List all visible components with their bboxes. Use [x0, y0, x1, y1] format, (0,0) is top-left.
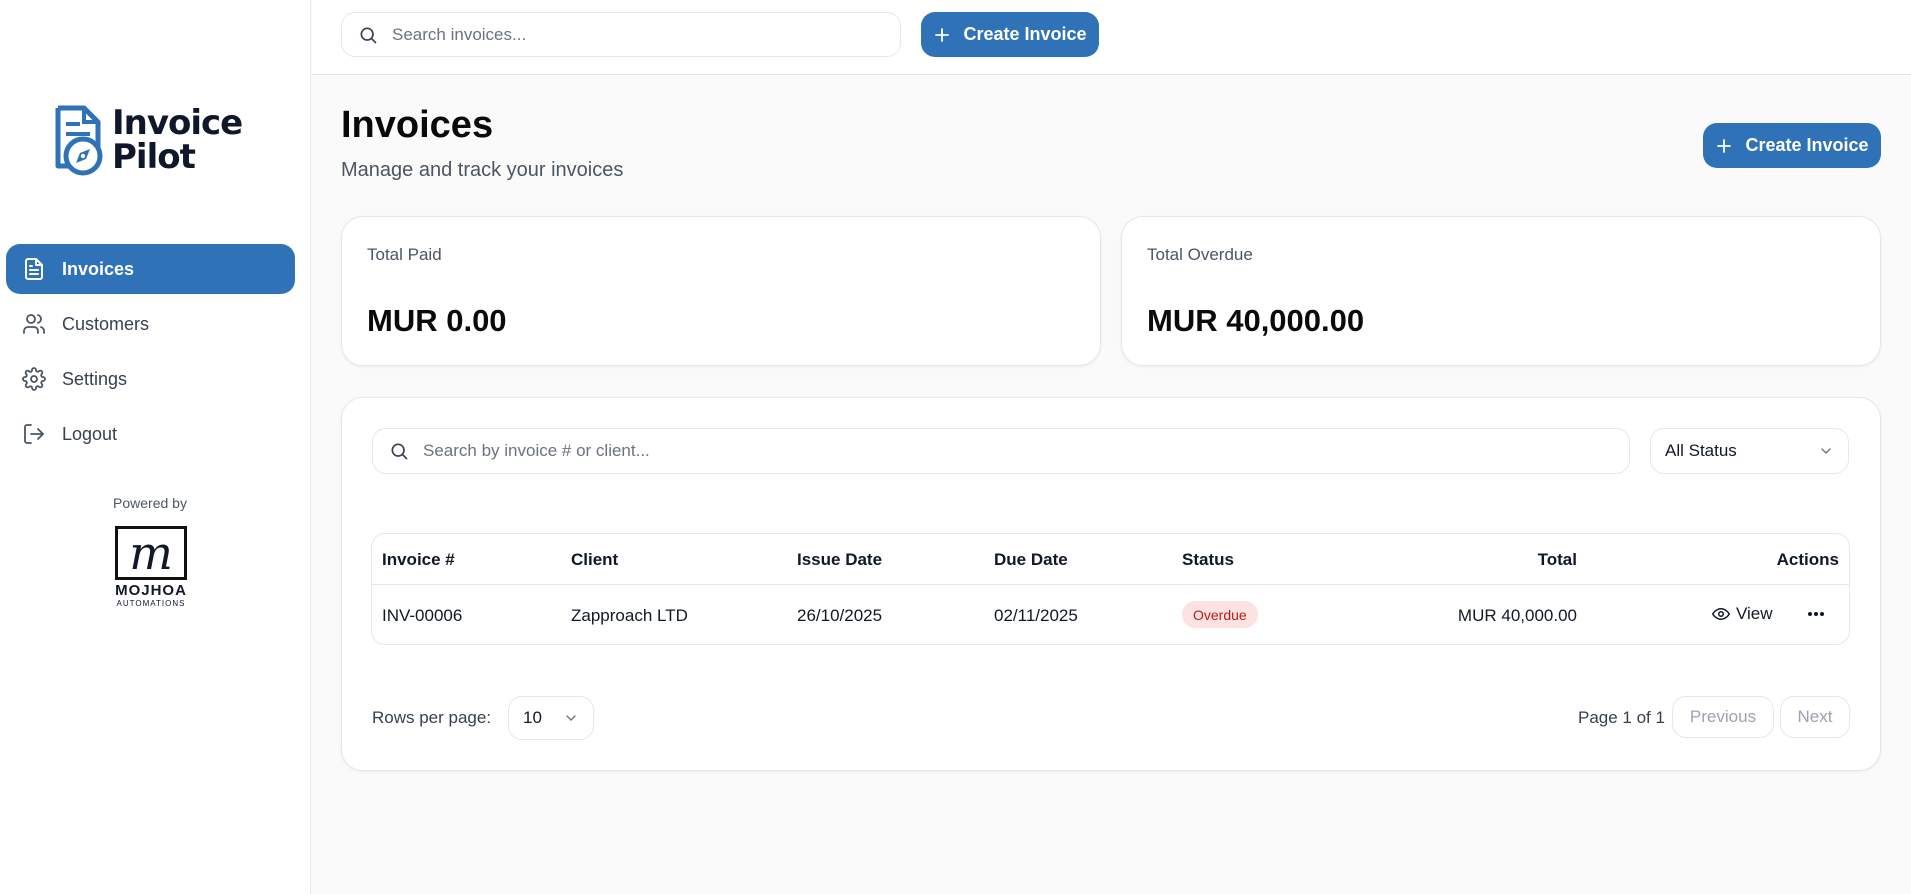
eye-icon — [1712, 608, 1730, 620]
previous-page-button[interactable]: Previous — [1672, 696, 1774, 738]
rows-per-page-value: 10 — [523, 708, 542, 727]
cell-client: Zapproach LTD — [571, 606, 688, 625]
stat-label: Total Paid — [367, 245, 442, 264]
sidebar-item-invoices[interactable]: Invoices — [6, 244, 295, 294]
rows-per-page-label: Rows per page: — [372, 708, 492, 727]
search-icon — [360, 27, 377, 43]
more-actions-button[interactable] — [1804, 602, 1828, 626]
file-text-icon — [25, 258, 43, 280]
status-badge: Overdue — [1182, 601, 1258, 628]
column-header-invoice: Invoice # — [382, 550, 455, 569]
page-title: Invoices — [341, 104, 494, 146]
sidebar-item-settings[interactable]: Settings — [6, 354, 295, 404]
column-header-actions: Actions — [1776, 550, 1839, 569]
page-info: Page 1 of 1 — [1578, 708, 1665, 727]
partner-logo-name: MOJHOA — [115, 582, 187, 599]
global-search-input[interactable]: Search invoices... — [341, 12, 901, 57]
stat-card-total-overdue: Total Overdue MUR 40,000.00 — [1121, 216, 1881, 366]
header-divider — [372, 584, 1849, 585]
plus-icon — [1717, 138, 1732, 153]
create-invoice-label: Create Invoice — [1745, 135, 1869, 155]
cell-invoice-number[interactable]: INV-00006 — [382, 606, 462, 626]
partner-logo-mark: m — [115, 526, 187, 580]
app-logo[interactable]: Invoice Pilot — [52, 103, 243, 177]
sidebar-item-label: Logout — [62, 423, 118, 444]
more-horizontal-icon — [1808, 612, 1824, 616]
view-invoice-button[interactable]: View — [1712, 604, 1773, 624]
stat-card-total-paid: Total Paid MUR 0.00 — [341, 216, 1101, 366]
page-subtitle: Manage and track your invoices — [341, 159, 624, 181]
powered-by-label: Powered by — [113, 495, 187, 511]
column-header-total: Total — [1537, 550, 1577, 569]
sidebar-item-label: Customers — [62, 313, 150, 334]
stat-value: MUR 40,000.00 — [1147, 303, 1365, 338]
partner-logo: m MOJHOA AUTOMATIONS — [114, 526, 188, 608]
column-header-client: Client — [571, 550, 619, 569]
invoice-search-placeholder: Search by invoice # or client... — [423, 441, 650, 460]
view-invoice-label: View — [1736, 604, 1773, 623]
global-search-placeholder: Search invoices... — [392, 24, 527, 44]
rows-per-page-select[interactable]: 10 — [508, 696, 594, 740]
column-header-due-date: Due Date — [994, 550, 1068, 569]
cell-total: MUR 40,000.00 — [1457, 606, 1577, 625]
invoice-pilot-logo-icon — [55, 105, 103, 176]
users-icon — [23, 314, 45, 334]
next-page-button[interactable]: Next — [1780, 696, 1850, 738]
partner-logo-sub: AUTOMATIONS — [116, 599, 186, 608]
sidebar-item-label: Settings — [62, 368, 128, 389]
stat-label: Total Overdue — [1147, 245, 1253, 264]
column-header-issue-date: Issue Date — [797, 550, 883, 569]
plus-icon — [935, 27, 950, 42]
status-filter-select[interactable]: All Status — [1650, 428, 1849, 474]
invoice-search-input[interactable]: Search by invoice # or client... — [372, 428, 1630, 474]
chevron-down-icon — [1821, 448, 1831, 454]
cell-due-date: 02/11/2025 — [994, 606, 1078, 625]
logo-line-2: Pilot — [112, 137, 196, 177]
sidebar-item-customers[interactable]: Customers — [6, 299, 295, 349]
sidebar-nav: Invoices Customers Settings Logout — [6, 244, 295, 464]
app-logo-text: Invoice Pilot — [112, 103, 243, 177]
search-icon — [391, 443, 408, 460]
create-invoice-button[interactable]: Create Invoice — [1703, 123, 1881, 168]
logo-line-1: Invoice — [112, 103, 243, 143]
status-filter-value: All Status — [1665, 441, 1737, 460]
column-header-status: Status — [1182, 550, 1234, 569]
topbar-create-invoice-label: Create Invoice — [963, 24, 1087, 44]
sidebar: Invoice Pilot Invoices Customers Setting… — [0, 0, 311, 894]
stat-value: MUR 0.00 — [367, 303, 507, 338]
gear-icon — [22, 367, 46, 391]
chevron-down-icon — [566, 715, 576, 721]
sidebar-item-logout[interactable]: Logout — [6, 409, 295, 459]
topbar-create-invoice-button[interactable]: Create Invoice — [921, 12, 1099, 57]
logout-icon — [24, 424, 44, 444]
invoices-table: Invoice # Client Issue Date Due Date Sta… — [371, 533, 1850, 645]
sidebar-item-label: Invoices — [62, 258, 135, 279]
cell-issue-date: 26/10/2025 — [797, 606, 883, 625]
